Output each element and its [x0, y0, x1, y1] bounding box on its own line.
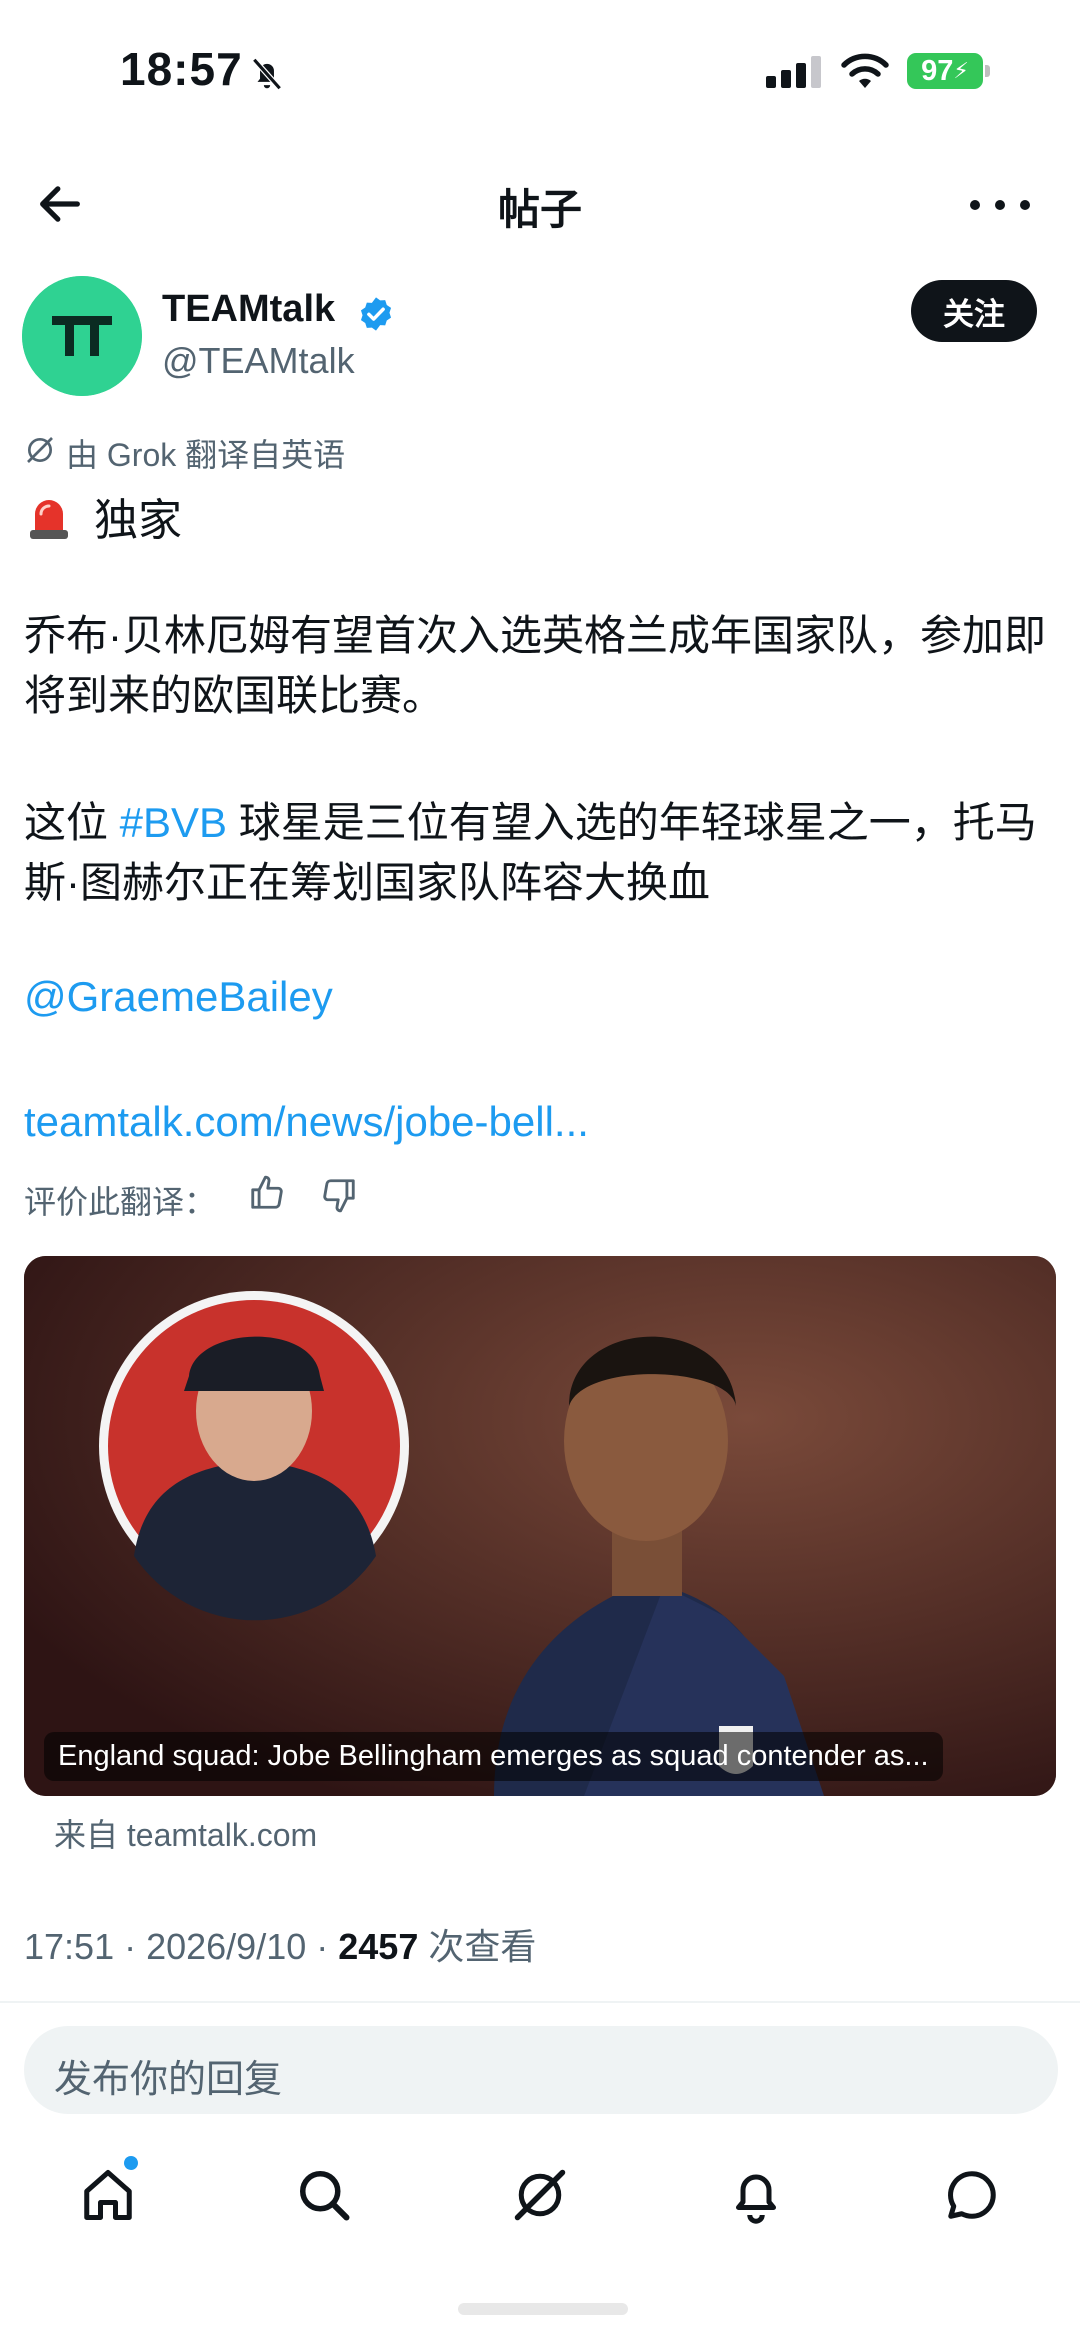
page-title: 帖子: [497, 186, 582, 233]
avatar[interactable]: [22, 276, 142, 396]
more-options-icon[interactable]: [970, 180, 1030, 230]
search-icon[interactable]: [294, 2165, 354, 2225]
author-name[interactable]: TEAMtalk: [162, 288, 335, 331]
view-count: 2457: [338, 1926, 419, 1967]
exclusive-label: 独家: [94, 496, 182, 545]
post-paragraph-2: 这位 #BVB 球星是三位有望入选的年轻球星之一，托马斯·图赫尔正在筹划国家队阵…: [24, 799, 1037, 906]
grok-icon: [27, 437, 53, 463]
article-url-link[interactable]: teamtalk.com/news/jobe-bell...: [24, 1098, 589, 1146]
post-time: 17:51: [24, 1926, 115, 1967]
grok-tab-icon[interactable]: [510, 2165, 570, 2225]
siren-icon: [30, 500, 68, 539]
article-photo: [24, 1256, 1056, 1796]
battery-tip: [985, 65, 990, 77]
card-source[interactable]: 来自 teamtalk.com: [54, 1810, 317, 1856]
author-handle[interactable]: @TEAMtalk: [162, 340, 355, 382]
messages-icon[interactable]: [942, 2165, 1002, 2225]
post-date: 2026/9/10: [146, 1926, 307, 1967]
link-card[interactable]: England squad: Jobe Bellingham emerges a…: [24, 1256, 1056, 1796]
hashtag-link[interactable]: #BVB: [120, 799, 227, 846]
bell-off-icon: [252, 57, 282, 91]
home-icon[interactable]: [78, 2165, 138, 2225]
thumbs-up-icon[interactable]: [248, 1174, 286, 1212]
wifi-icon: [841, 53, 889, 88]
verified-badge-icon: [360, 297, 392, 331]
views-label: 次查看: [428, 1926, 537, 1967]
notification-dot: [124, 2156, 138, 2170]
reply-placeholder: 发布你的回复: [54, 2059, 283, 2101]
follow-button[interactable]: 关注: [911, 280, 1037, 342]
home-indicator: [458, 2303, 628, 2315]
translated-notice[interactable]: 由 Grok 翻译自英语: [66, 430, 345, 476]
card-caption: England squad: Jobe Bellingham emerges a…: [44, 1732, 943, 1781]
divider: [0, 2001, 1080, 2003]
post-meta: 17:51 · 2026/9/10 · 2457 次查看: [24, 1926, 537, 1967]
status-time: 18:57: [120, 43, 243, 95]
notifications-icon[interactable]: [726, 2165, 786, 2225]
reply-input[interactable]: 发布你的回复: [24, 2026, 1058, 2114]
rate-translation-label: 评价此翻译：: [24, 1184, 217, 1220]
signal-icon: [766, 56, 821, 88]
post-paragraph-1: 乔布·贝林厄姆有望首次入选英格兰成年国家队，参加即将到来的欧国联比赛。: [24, 612, 1046, 719]
thumbs-down-icon[interactable]: [320, 1176, 358, 1214]
battery-indicator: 97 ⚡: [907, 53, 983, 89]
mention-link[interactable]: @GraemeBailey: [24, 973, 333, 1021]
